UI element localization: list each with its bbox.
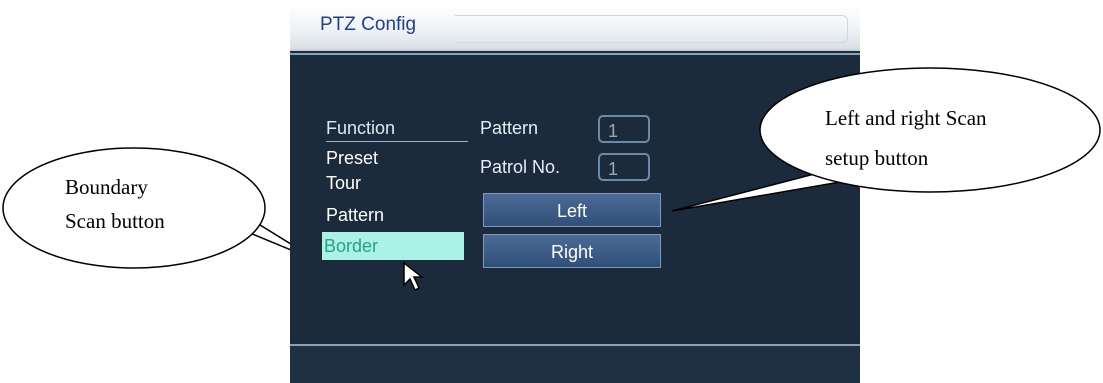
leftright-callout-bubble (671, 67, 1101, 212)
leftright-callout-line1: Left and right Scan (825, 106, 987, 130)
leftright-callout-line2: setup button (825, 146, 929, 170)
boundary-callout-line2: Scan button (65, 209, 165, 233)
boundary-callout-line1: Boundary (65, 175, 148, 199)
